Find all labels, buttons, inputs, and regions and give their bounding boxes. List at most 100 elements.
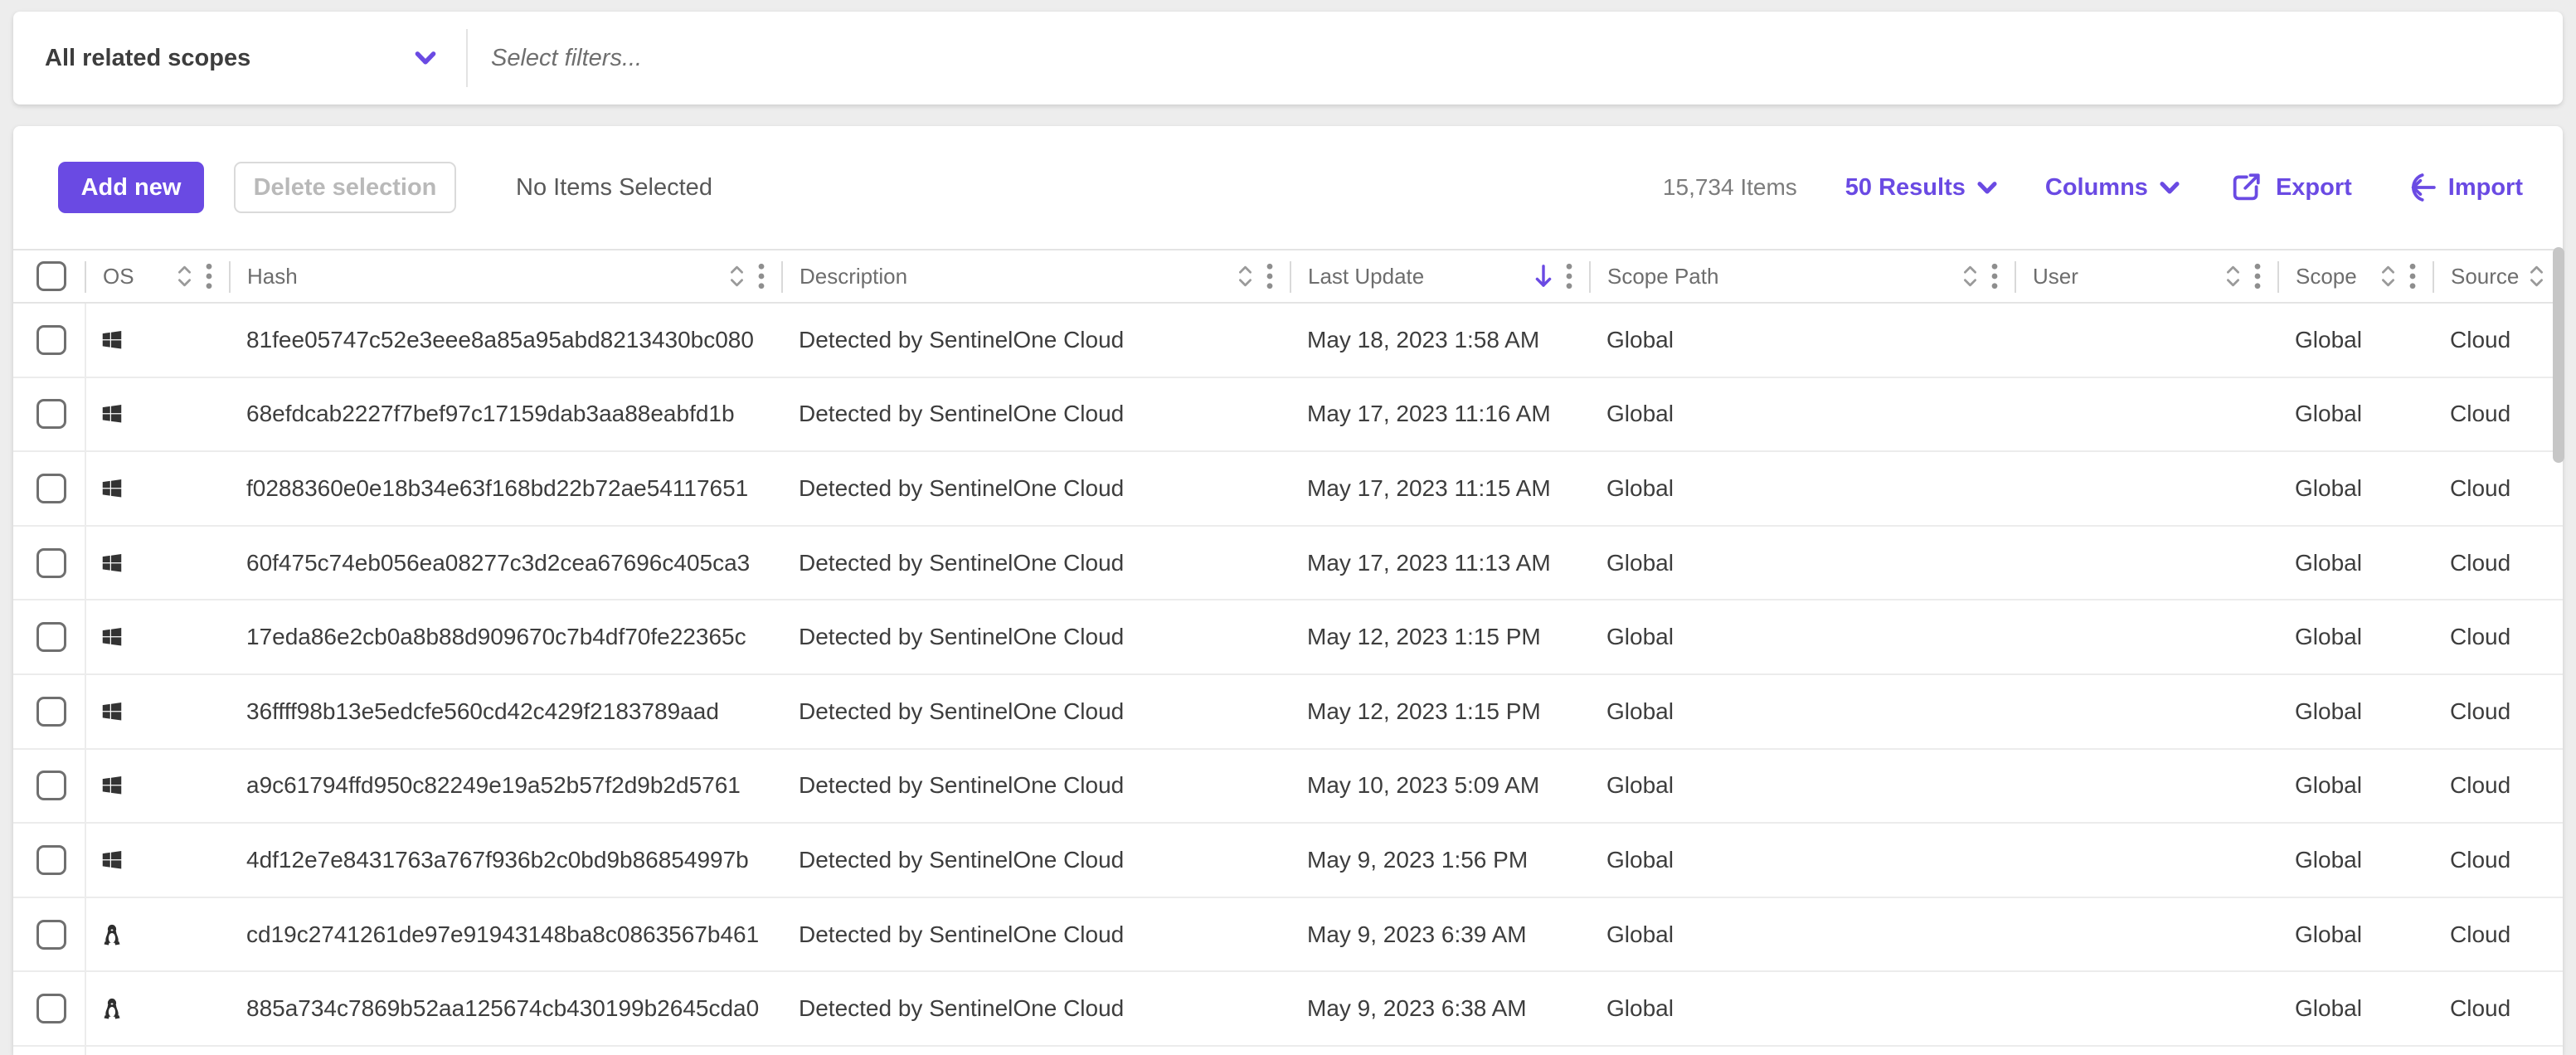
row-checkbox[interactable]: [36, 622, 66, 652]
sort-icon[interactable]: [2225, 264, 2241, 289]
header-cell-scope[interactable]: Scope: [2279, 250, 2434, 302]
row-last-update: May 17, 2023 11:15 AM: [1291, 475, 1591, 502]
row-checkbox[interactable]: [36, 325, 66, 355]
row-source: Cloud: [2434, 475, 2563, 502]
windows-icon: [100, 401, 124, 426]
row-source: Cloud: [2434, 772, 2563, 799]
row-select-cell: [13, 898, 86, 971]
header-cell-os[interactable]: OS: [86, 250, 231, 302]
sort-icon[interactable]: [1962, 264, 1978, 289]
select-all-checkbox[interactable]: [36, 261, 66, 291]
header-cell-source[interactable]: Source: [2434, 250, 2563, 302]
table-row[interactable]: [13, 1047, 2563, 1055]
row-description: Detected by SentinelOne Cloud: [783, 624, 1291, 650]
sort-icon[interactable]: [2529, 264, 2544, 289]
blocklist-card: Add new Delete selection No Items Select…: [13, 126, 2563, 1055]
row-hash: 885a734c7869b52aa125674cb430199b2645cda0: [231, 995, 783, 1022]
table-row[interactable]: 60f475c74eb056ea08277c3d2cea67696c405ca3…: [13, 527, 2563, 601]
row-checkbox[interactable]: [36, 920, 66, 950]
column-menu-icon[interactable]: [1991, 262, 1998, 290]
scope-selector-label: All related scopes: [45, 45, 250, 72]
add-new-button[interactable]: Add new: [58, 162, 204, 213]
row-description: Detected by SentinelOne Cloud: [783, 550, 1291, 576]
header-cell-last-update[interactable]: Last Update: [1291, 250, 1591, 302]
results-per-page-dropdown[interactable]: 50 Results: [1845, 174, 1997, 202]
row-checkbox[interactable]: [36, 697, 66, 727]
row-scope: Global: [2279, 624, 2434, 650]
row-hash: a9c61794ffd950c82249e19a52b57f2d9b2d5761: [231, 772, 783, 799]
filter-bar-divider: [466, 29, 468, 87]
header-cell-description[interactable]: Description: [783, 250, 1291, 302]
table-row[interactable]: 36ffff98b13e5edcfe560cd42c429f2183789aad…: [13, 675, 2563, 750]
chevron-down-icon: [415, 51, 436, 65]
table-header-row: OS Hash Description: [13, 249, 2563, 304]
row-scope: Global: [2279, 698, 2434, 725]
columns-dropdown[interactable]: Columns: [2045, 174, 2180, 202]
chevron-down-icon: [1977, 182, 1997, 194]
row-description: Detected by SentinelOne Cloud: [783, 921, 1291, 948]
header-cell-scope-path[interactable]: Scope Path: [1591, 250, 2016, 302]
sort-icon[interactable]: [1237, 264, 1253, 289]
column-menu-icon[interactable]: [1266, 262, 1273, 290]
windows-icon: [100, 551, 124, 576]
column-menu-icon[interactable]: [2409, 262, 2416, 290]
row-hash: 17eda86e2cb0a8b88d909670c7b4df70fe22365c: [231, 624, 783, 650]
row-select-cell: [13, 527, 86, 600]
row-source: Cloud: [2434, 550, 2563, 576]
table-row[interactable]: a9c61794ffd950c82249e19a52b57f2d9b2d5761…: [13, 750, 2563, 824]
row-select-cell: [13, 304, 86, 377]
row-hash: f0288360e0e18b34e63f168bd22b72ae54117651: [231, 475, 783, 502]
table-row[interactable]: 68efdcab2227f7bef97c17159dab3aa88eabfd1b…: [13, 378, 2563, 453]
row-scope-path: Global: [1591, 624, 2016, 650]
column-menu-icon[interactable]: [1566, 262, 1572, 290]
table-row[interactable]: cd19c2741261de97e91943148ba8c0863567b461…: [13, 898, 2563, 973]
row-hash: 4df12e7e8431763a767f936b2c0bd9b86854997b: [231, 847, 783, 873]
row-description: Detected by SentinelOne Cloud: [783, 698, 1291, 725]
blocklist-page: All related scopes Select filters... Add…: [0, 0, 2576, 1055]
scope-selector[interactable]: All related scopes: [13, 45, 436, 72]
row-checkbox[interactable]: [36, 771, 66, 800]
row-scope-path: Global: [1591, 327, 2016, 353]
import-button[interactable]: Import: [2400, 169, 2523, 206]
row-os-cell: [86, 551, 231, 576]
row-checkbox[interactable]: [36, 548, 66, 578]
table-row[interactable]: 17eda86e2cb0a8b88d909670c7b4df70fe22365c…: [13, 600, 2563, 675]
filters-input[interactable]: Select filters...: [491, 45, 2563, 72]
row-select-cell: [13, 378, 86, 451]
sort-icon[interactable]: [177, 264, 192, 289]
sort-icon[interactable]: [2380, 264, 2396, 289]
header-cell-hash[interactable]: Hash: [231, 250, 783, 302]
row-checkbox[interactable]: [36, 994, 66, 1023]
row-last-update: May 18, 2023 1:58 AM: [1291, 327, 1591, 353]
results-per-page-label: 50 Results: [1845, 174, 1966, 202]
column-menu-icon[interactable]: [2254, 262, 2261, 290]
row-scope-path: Global: [1591, 772, 2016, 799]
row-scope: Global: [2279, 550, 2434, 576]
column-menu-icon[interactable]: [758, 262, 765, 290]
header-cell-select: [13, 250, 86, 302]
export-label: Export: [2276, 174, 2352, 202]
row-checkbox[interactable]: [36, 474, 66, 503]
row-checkbox[interactable]: [36, 399, 66, 429]
header-cell-user[interactable]: User: [2016, 250, 2279, 302]
column-menu-icon[interactable]: [206, 262, 212, 290]
export-button[interactable]: Export: [2228, 169, 2352, 206]
vertical-scrollbar-thumb[interactable]: [2553, 247, 2564, 463]
import-icon: [2400, 169, 2437, 206]
row-hash: 81fee05747c52e3eee8a85a95abd8213430bc080: [231, 327, 783, 353]
table-row[interactable]: 4df12e7e8431763a767f936b2c0bd9b86854997b…: [13, 824, 2563, 898]
row-os-cell: [86, 476, 231, 501]
row-os-cell: [86, 996, 231, 1021]
row-checkbox[interactable]: [36, 845, 66, 875]
row-select-cell: [13, 1047, 86, 1055]
linux-icon: [100, 996, 124, 1021]
table-row[interactable]: f0288360e0e18b34e63f168bd22b72ae54117651…: [13, 452, 2563, 527]
row-os-cell: [86, 328, 231, 352]
windows-icon: [100, 848, 124, 873]
sort-desc-icon[interactable]: [1534, 263, 1553, 289]
sort-icon[interactable]: [729, 264, 745, 289]
table-row[interactable]: 81fee05747c52e3eee8a85a95abd8213430bc080…: [13, 304, 2563, 378]
table-row[interactable]: 885a734c7869b52aa125674cb430199b2645cda0…: [13, 972, 2563, 1047]
export-icon: [2228, 169, 2264, 206]
windows-icon: [100, 476, 124, 501]
